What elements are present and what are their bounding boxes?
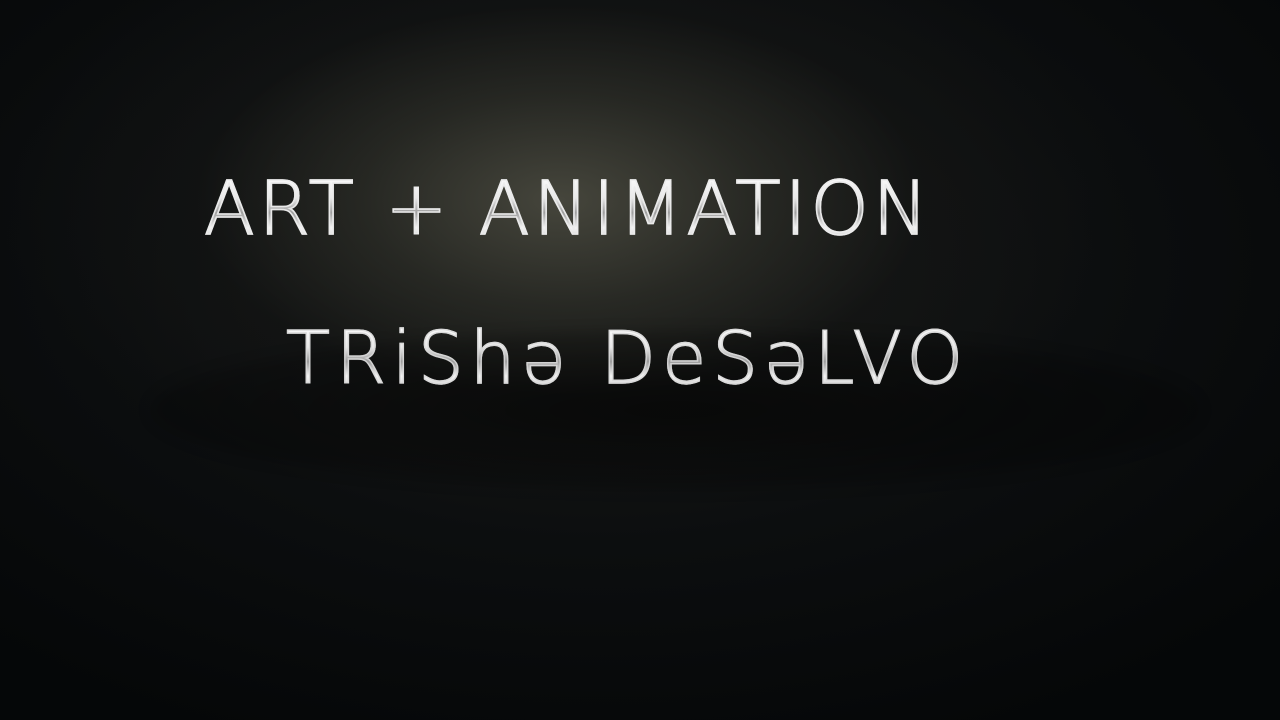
artist-name: TRiShə DeSəLVO [285,316,970,400]
title-card: ART + ANIMATION TRiShə DeSəLVO [0,0,1280,720]
title-heading: ART + ANIMATION [203,166,933,252]
